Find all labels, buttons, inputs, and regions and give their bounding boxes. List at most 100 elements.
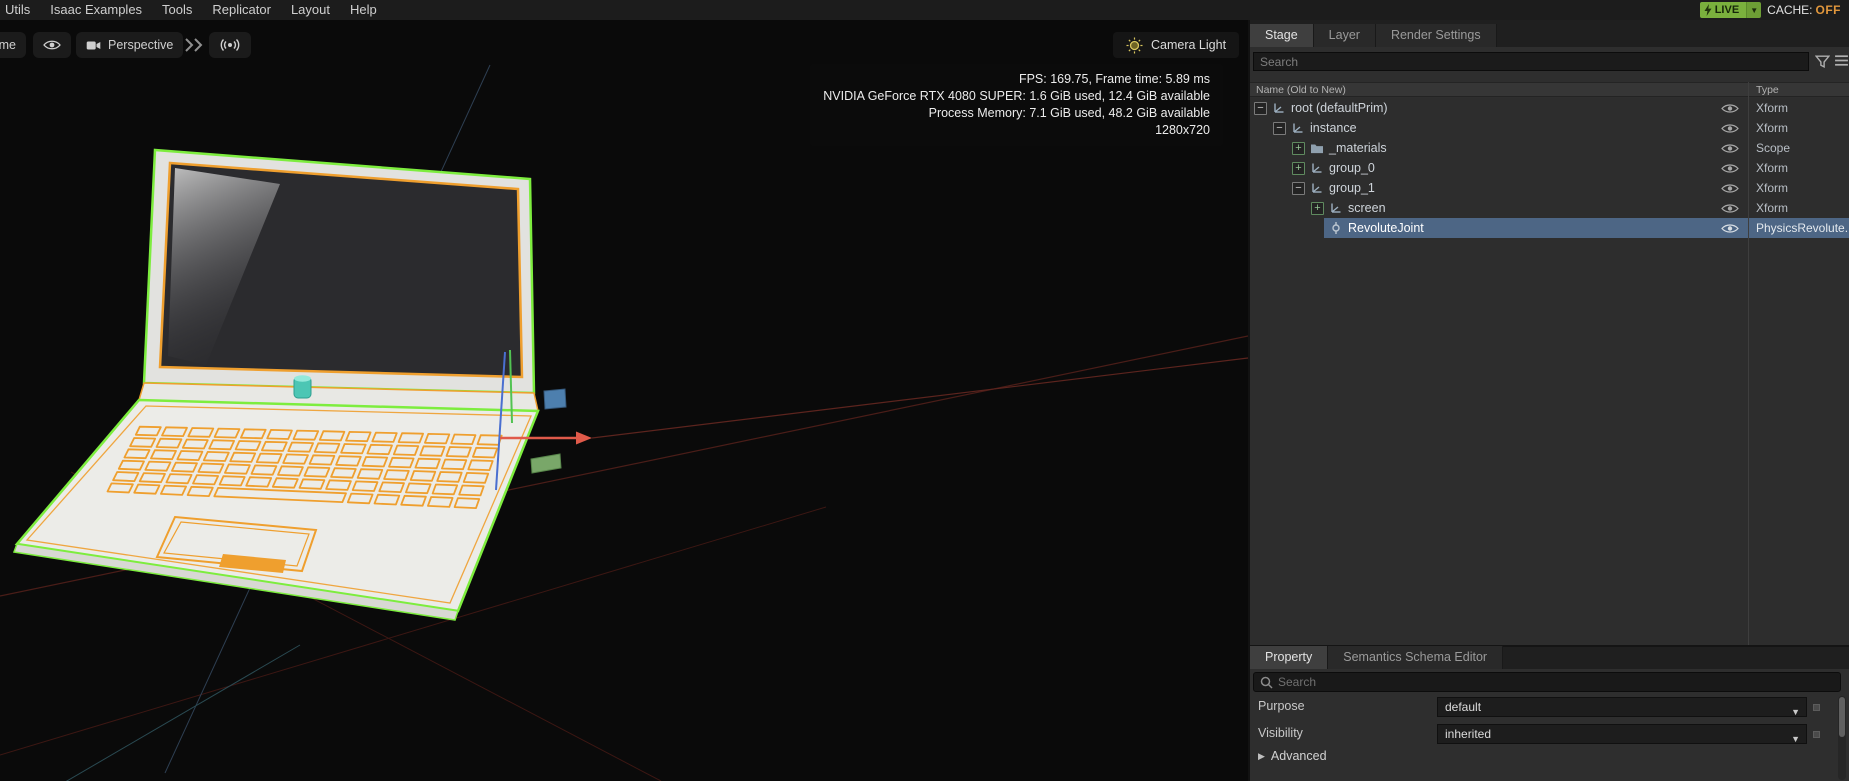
camera-icon (86, 41, 101, 50)
property-row-visibility: Visibility inherited ▼ (1250, 724, 1849, 744)
column-divider (1748, 82, 1749, 645)
property-scrollbar[interactable] (1838, 696, 1846, 780)
prim-type: Xform (1756, 181, 1789, 195)
cache-status[interactable]: OFF (1816, 3, 1849, 17)
prim-type: Xform (1756, 161, 1789, 175)
tree-column-header[interactable]: Name (Old to New) Type (1250, 82, 1849, 97)
expand-icon[interactable]: + (1311, 201, 1324, 215)
eye-icon[interactable] (1721, 123, 1739, 134)
light-icon (1126, 37, 1143, 53)
menu-isaac-examples[interactable]: Isaac Examples (40, 0, 152, 20)
laptop-model[interactable] (12, 148, 540, 621)
tab-layer[interactable]: Layer (1313, 24, 1376, 47)
default-value-indicator[interactable] (1813, 731, 1820, 738)
tree-row-group0[interactable]: + group_0 Xform (1250, 158, 1849, 178)
expand-icon[interactable]: + (1292, 141, 1305, 155)
prim-name: RevoluteJoint (1348, 221, 1424, 235)
prim-name: screen (1348, 201, 1386, 215)
scrollbar-thumb[interactable] (1839, 697, 1845, 737)
funnel-icon (1814, 55, 1831, 68)
visibility-dropdown[interactable]: inherited ▼ (1437, 724, 1807, 744)
live-session-button[interactable] (209, 32, 251, 58)
column-name[interactable]: Name (Old to New) (1256, 83, 1346, 97)
menu-utils[interactable]: Utils (0, 0, 40, 20)
tree-row-revolutejoint[interactable]: + RevoluteJoint PhysicsRevolute. (1250, 218, 1849, 238)
property-tab-bar: Property Semantics Schema Editor (1250, 646, 1849, 669)
collapse-icon[interactable]: − (1273, 121, 1286, 135)
menu-layout[interactable]: Layout (281, 0, 340, 20)
prim-type: Scope (1756, 141, 1791, 155)
advanced-section-toggle[interactable]: ▶ Advanced (1258, 749, 1327, 763)
default-value-indicator[interactable] (1813, 704, 1820, 711)
eye-icon[interactable] (1721, 223, 1739, 234)
property-search (1253, 672, 1841, 692)
lightning-icon (1704, 4, 1712, 16)
folder-icon (1311, 144, 1323, 154)
stage-search-input[interactable] (1253, 52, 1809, 71)
xform-icon (1293, 123, 1303, 133)
stage-search-row (1250, 50, 1849, 74)
xform-icon (1274, 103, 1284, 113)
memory-stat: Process Memory: 7.1 GiB used, 48.2 GiB a… (928, 106, 1210, 120)
tree-row-materials[interactable]: + _materials Scope (1250, 138, 1849, 158)
menu-bar: Utils Isaac Examples Tools Replicator La… (0, 0, 1849, 20)
menu-replicator[interactable]: Replicator (202, 0, 281, 20)
purpose-dropdown[interactable]: default ▼ (1437, 697, 1807, 717)
prim-name: group_1 (1329, 181, 1375, 195)
tree-row-screen[interactable]: + screen Xform (1250, 198, 1849, 218)
eye-icon[interactable] (1721, 183, 1739, 194)
purpose-label: Purpose (1258, 699, 1305, 713)
eye-icon[interactable] (1721, 103, 1739, 114)
visibility-menu-button[interactable] (33, 32, 71, 58)
menu-help[interactable]: Help (340, 0, 387, 20)
tab-property[interactable]: Property (1250, 646, 1329, 669)
chevrons-icon (185, 38, 203, 52)
tree-row-group1[interactable]: − group_1 Xform (1250, 178, 1849, 198)
column-type[interactable]: Type (1756, 83, 1779, 97)
stage-tab-bar: Stage Layer Render Settings (1250, 20, 1849, 47)
toolbar-expand-handle[interactable] (183, 37, 205, 58)
fps-stat: FPS: 169.75, Frame time: 5.89 ms (1018, 72, 1210, 86)
eye-icon[interactable] (1721, 143, 1739, 154)
camera-selector-button[interactable]: Perspective (76, 32, 184, 58)
tab-render-settings[interactable]: Render Settings (1375, 24, 1497, 47)
stage-options-button[interactable] (1834, 54, 1849, 70)
joint-icon (1332, 222, 1340, 234)
live-dropdown-chevron[interactable]: ▼ (1746, 2, 1762, 18)
prim-name: root (defaultPrim) (1291, 101, 1388, 115)
eye-icon[interactable] (1721, 203, 1739, 214)
expand-icon[interactable]: + (1292, 161, 1305, 175)
right-panel: Stage Layer Render Settings Name (Old to… (1248, 20, 1849, 781)
xform-icon (1312, 163, 1322, 173)
purpose-value: default (1445, 700, 1482, 714)
live-sync-button[interactable]: LIVE (1699, 2, 1747, 18)
tab-stage[interactable]: Stage (1250, 24, 1314, 47)
prim-type: PhysicsRevolute. (1756, 221, 1848, 235)
prim-type: Xform (1756, 101, 1789, 115)
property-search-input[interactable] (1278, 673, 1833, 691)
filter-button[interactable] (1814, 54, 1831, 70)
tree-row-instance[interactable]: − instance Xform (1250, 118, 1849, 138)
collapse-icon[interactable]: − (1254, 101, 1267, 115)
options-icon (1835, 55, 1848, 66)
visibility-label: Visibility (1258, 726, 1303, 740)
xform-icon (1331, 203, 1341, 213)
live-label: LIVE (1714, 4, 1740, 16)
camera-light-button[interactable]: Camera Light (1113, 32, 1240, 58)
cache-label: CACHE: (1767, 3, 1813, 17)
stage-tree: − root (defaultPrim) Xform − instance Xf… (1250, 98, 1849, 645)
tab-semantics-schema-editor[interactable]: Semantics Schema Editor (1328, 646, 1504, 669)
prim-name: _materials (1329, 141, 1387, 155)
clipped-toolbar-button[interactable]: me (0, 32, 26, 58)
property-row-purpose: Purpose default ▼ (1250, 697, 1849, 717)
viewport[interactable]: me Perspective Camera Light FPS: 169.75,… (0, 20, 1248, 781)
menubar-right-cluster: LIVE ▼ CACHE: OFF (1699, 2, 1849, 18)
tree-row-root[interactable]: − root (defaultPrim) Xform (1250, 98, 1849, 118)
blue-cube-prim[interactable] (543, 388, 567, 410)
eye-icon[interactable] (1721, 163, 1739, 174)
prim-type: Xform (1756, 121, 1789, 135)
visibility-value: inherited (1445, 727, 1492, 741)
menu-tools[interactable]: Tools (152, 0, 202, 20)
green-cube-prim[interactable] (530, 453, 562, 474)
collapse-icon[interactable]: − (1292, 181, 1305, 195)
